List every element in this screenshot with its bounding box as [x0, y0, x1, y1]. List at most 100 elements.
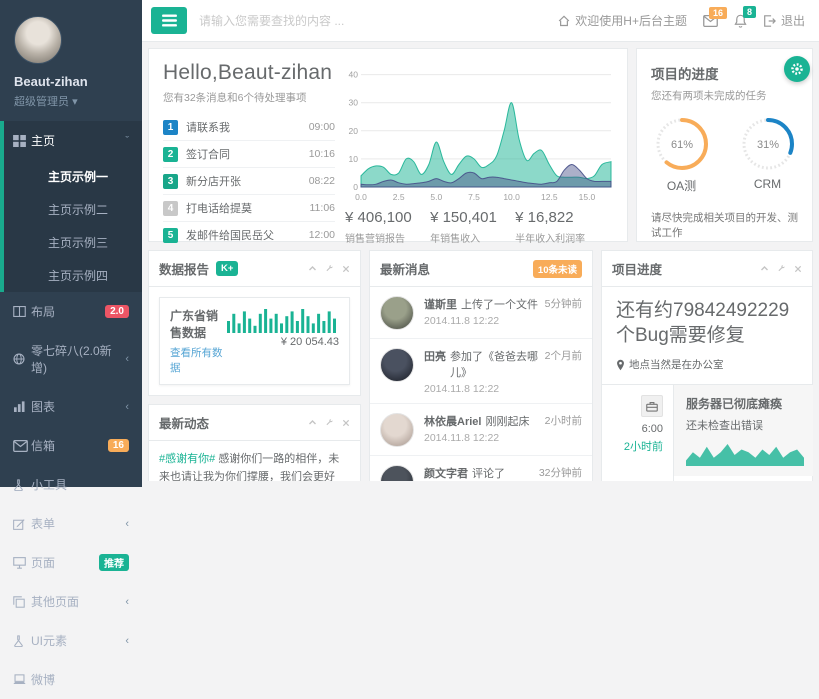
message-ago: 5分钟前 — [539, 296, 582, 312]
search-input[interactable] — [199, 14, 558, 28]
svg-text:0.0: 0.0 — [355, 192, 367, 202]
message-body: 林依晨Ariel刚刚起床2小时前2014.11.8 12:22 — [424, 413, 582, 447]
sidebar-subitem-0[interactable]: 主页示例一 — [4, 160, 142, 193]
message-item[interactable]: 谨斯里上传了一个文件5分钟前2014.11.8 12:22 — [370, 287, 592, 339]
view-all-data-link[interactable]: 查看所有数据 — [170, 345, 227, 375]
edit-icon — [13, 518, 31, 530]
server-load-sparkline — [686, 440, 804, 466]
message-ago: 2小时前 — [539, 413, 582, 429]
sidebar-subitem-3[interactable]: 主页示例四 — [4, 259, 142, 292]
chevron-down-icon: ˇ — [125, 135, 129, 147]
sidebar-item-9[interactable]: UI元素‹ — [0, 621, 142, 660]
sidebar-item-4[interactable]: 信箱16 — [0, 426, 142, 465]
bug-headline: 还有约79842492229个Bug需要修复 — [616, 299, 798, 348]
sidebar-item-3[interactable]: 图表‹ — [0, 387, 142, 426]
task-number-badge: 3 — [163, 174, 178, 189]
sidebar-item-label: 图表 — [31, 398, 125, 415]
greeting-subtitle: 您有32条消息和6个待处理事项 — [163, 90, 335, 105]
sidebar-item-label: 页面 — [31, 554, 99, 571]
task-item[interactable]: 5发邮件给国民岳父12:00 — [163, 222, 335, 248]
notifications-button[interactable]: 8 — [734, 14, 747, 28]
message-ago: 2个月前 — [539, 348, 582, 380]
sidebar-subitem-1[interactable]: 主页示例二 — [4, 193, 142, 226]
sidebar-active-section: 主页ˇ主页示例一主页示例二主页示例三主页示例四 — [0, 121, 142, 292]
svg-text:12.5: 12.5 — [541, 192, 558, 202]
sidebar-item-7[interactable]: 页面推荐 — [0, 543, 142, 582]
svg-text:5.0: 5.0 — [430, 192, 442, 202]
task-item[interactable]: 3新分店开张08:22 — [163, 168, 335, 195]
sidebar-item-2[interactable]: 零七碎八(2.0新增)‹ — [0, 331, 142, 387]
user-role-dropdown[interactable]: 超级管理员 ▾ — [14, 93, 128, 109]
svg-text:31%: 31% — [756, 139, 778, 151]
sidebar-item-10[interactable]: 微博 — [0, 660, 142, 699]
task-item[interactable]: 1请联系我09:00 — [163, 114, 335, 141]
message-sender: 颜文字君 — [424, 465, 468, 481]
wrench-icon[interactable] — [325, 418, 334, 427]
task-label: 请联系我 — [186, 119, 309, 135]
svg-text:7.5: 7.5 — [468, 192, 480, 202]
sidebar-item-label: 主页 — [31, 132, 125, 149]
message-body: 谨斯里上传了一个文件5分钟前2014.11.8 12:22 — [424, 296, 582, 330]
sidebar-item-6[interactable]: 表单‹ — [0, 504, 142, 543]
collapse-icon[interactable] — [308, 264, 317, 273]
card-tools — [760, 264, 802, 273]
timeline-title: 服务器已彻底瘫痪 — [686, 395, 804, 412]
message-sender: 田亮 — [424, 348, 446, 380]
task-number-badge: 5 — [163, 228, 178, 243]
task-time: 08:22 — [309, 175, 335, 187]
menu-toggle-button[interactable] — [151, 7, 187, 34]
laptop-icon — [13, 674, 31, 685]
latest-messages-card: 最新消息 10条未读 谨斯里上传了一个文件5分钟前2014.11.8 12:22… — [369, 250, 593, 481]
report-text: 广东省销售数据 查看所有数据 — [170, 307, 227, 375]
message-item[interactable]: 林依晨Ariel刚刚起床2小时前2014.11.8 12:22 — [370, 404, 592, 456]
task-item[interactable]: 2签订合同10:16 — [163, 141, 335, 168]
close-icon[interactable] — [342, 265, 350, 273]
project-timeline-card: 项目进度 还有约79842492229个Bug需要修复 地点当然是在办公室 6:… — [601, 250, 813, 481]
messages-button[interactable]: 16 — [703, 15, 718, 27]
copy-icon — [13, 596, 31, 608]
timeline-content: 服务器已彻底瘫痪还未检查出错误 — [674, 385, 813, 476]
sidebar-item-0[interactable]: 主页ˇ — [4, 121, 142, 160]
report-inner-box: 广东省销售数据 查看所有数据 ¥ 20 054.43 — [159, 297, 350, 385]
sidebar: Beaut-zihan 超级管理员 ▾ 主页ˇ主页示例一主页示例二主页示例三主页… — [0, 0, 142, 487]
timeline-content: 修复了0.5个bug重启服务 — [674, 476, 812, 481]
card-header: 数据报告 K+ — [149, 251, 360, 287]
main-content: Hello,Beaut-zihan 您有32条消息和6个待处理事项 1请联系我0… — [142, 42, 819, 487]
message-item[interactable]: 颜文字君评论了32分钟前2014.11.8 12:22【九部令人拍案叫绝的惊悚悬… — [370, 456, 592, 481]
sidebar-item-label: 小工具 — [31, 476, 129, 493]
theme-settings-button[interactable] — [784, 56, 810, 82]
sidebar-item-8[interactable]: 其他页面‹ — [0, 582, 142, 621]
hamburger-icon — [162, 14, 177, 27]
donut-chart-OA测: 61%OA测 — [653, 115, 711, 194]
message-item[interactable]: 田亮参加了《爸爸去哪儿》2个月前2014.11.8 12:22 — [370, 339, 592, 404]
sidebar-item-5[interactable]: 小工具 — [0, 465, 142, 504]
card-header: 项目进度 — [602, 251, 812, 287]
close-icon[interactable] — [794, 265, 802, 273]
task-item[interactable]: 4打电话给提莫11:06 — [163, 195, 335, 222]
sidebar-badge: 2.0 — [105, 305, 129, 318]
donut-label: OA测 — [653, 177, 711, 194]
th-icon — [13, 135, 31, 147]
stat-block: ¥ 406,100销售营销报告 — [345, 209, 430, 245]
sidebar-item-label: 信箱 — [31, 437, 108, 454]
avatar — [380, 348, 414, 382]
logout-button[interactable]: 退出 — [763, 12, 805, 29]
chevron-left-icon: ‹ — [125, 596, 129, 608]
card-tools — [308, 264, 350, 273]
collapse-icon[interactable] — [308, 418, 317, 427]
report-figures: ¥ 20 054.43 — [227, 307, 339, 375]
hashtag-link[interactable]: #感谢有你# — [159, 453, 215, 465]
wrench-icon[interactable] — [777, 264, 786, 273]
close-icon[interactable] — [342, 419, 350, 427]
welcome-panel: Hello,Beaut-zihan 您有32条消息和6个待处理事项 1请联系我0… — [148, 48, 628, 242]
task-time: 11:06 — [310, 202, 336, 214]
sidebar-badge: 16 — [108, 439, 129, 452]
report-title: 广东省销售数据 — [170, 307, 227, 341]
svg-text:2.5: 2.5 — [393, 192, 405, 202]
sidebar-subitem-2[interactable]: 主页示例三 — [4, 226, 142, 259]
wrench-icon[interactable] — [325, 264, 334, 273]
collapse-icon[interactable] — [760, 264, 769, 273]
sidebar-item-1[interactable]: 布局2.0 — [0, 292, 142, 331]
sidebar-profile: Beaut-zihan 超级管理员 ▾ — [0, 0, 142, 121]
avatar[interactable] — [14, 16, 62, 64]
